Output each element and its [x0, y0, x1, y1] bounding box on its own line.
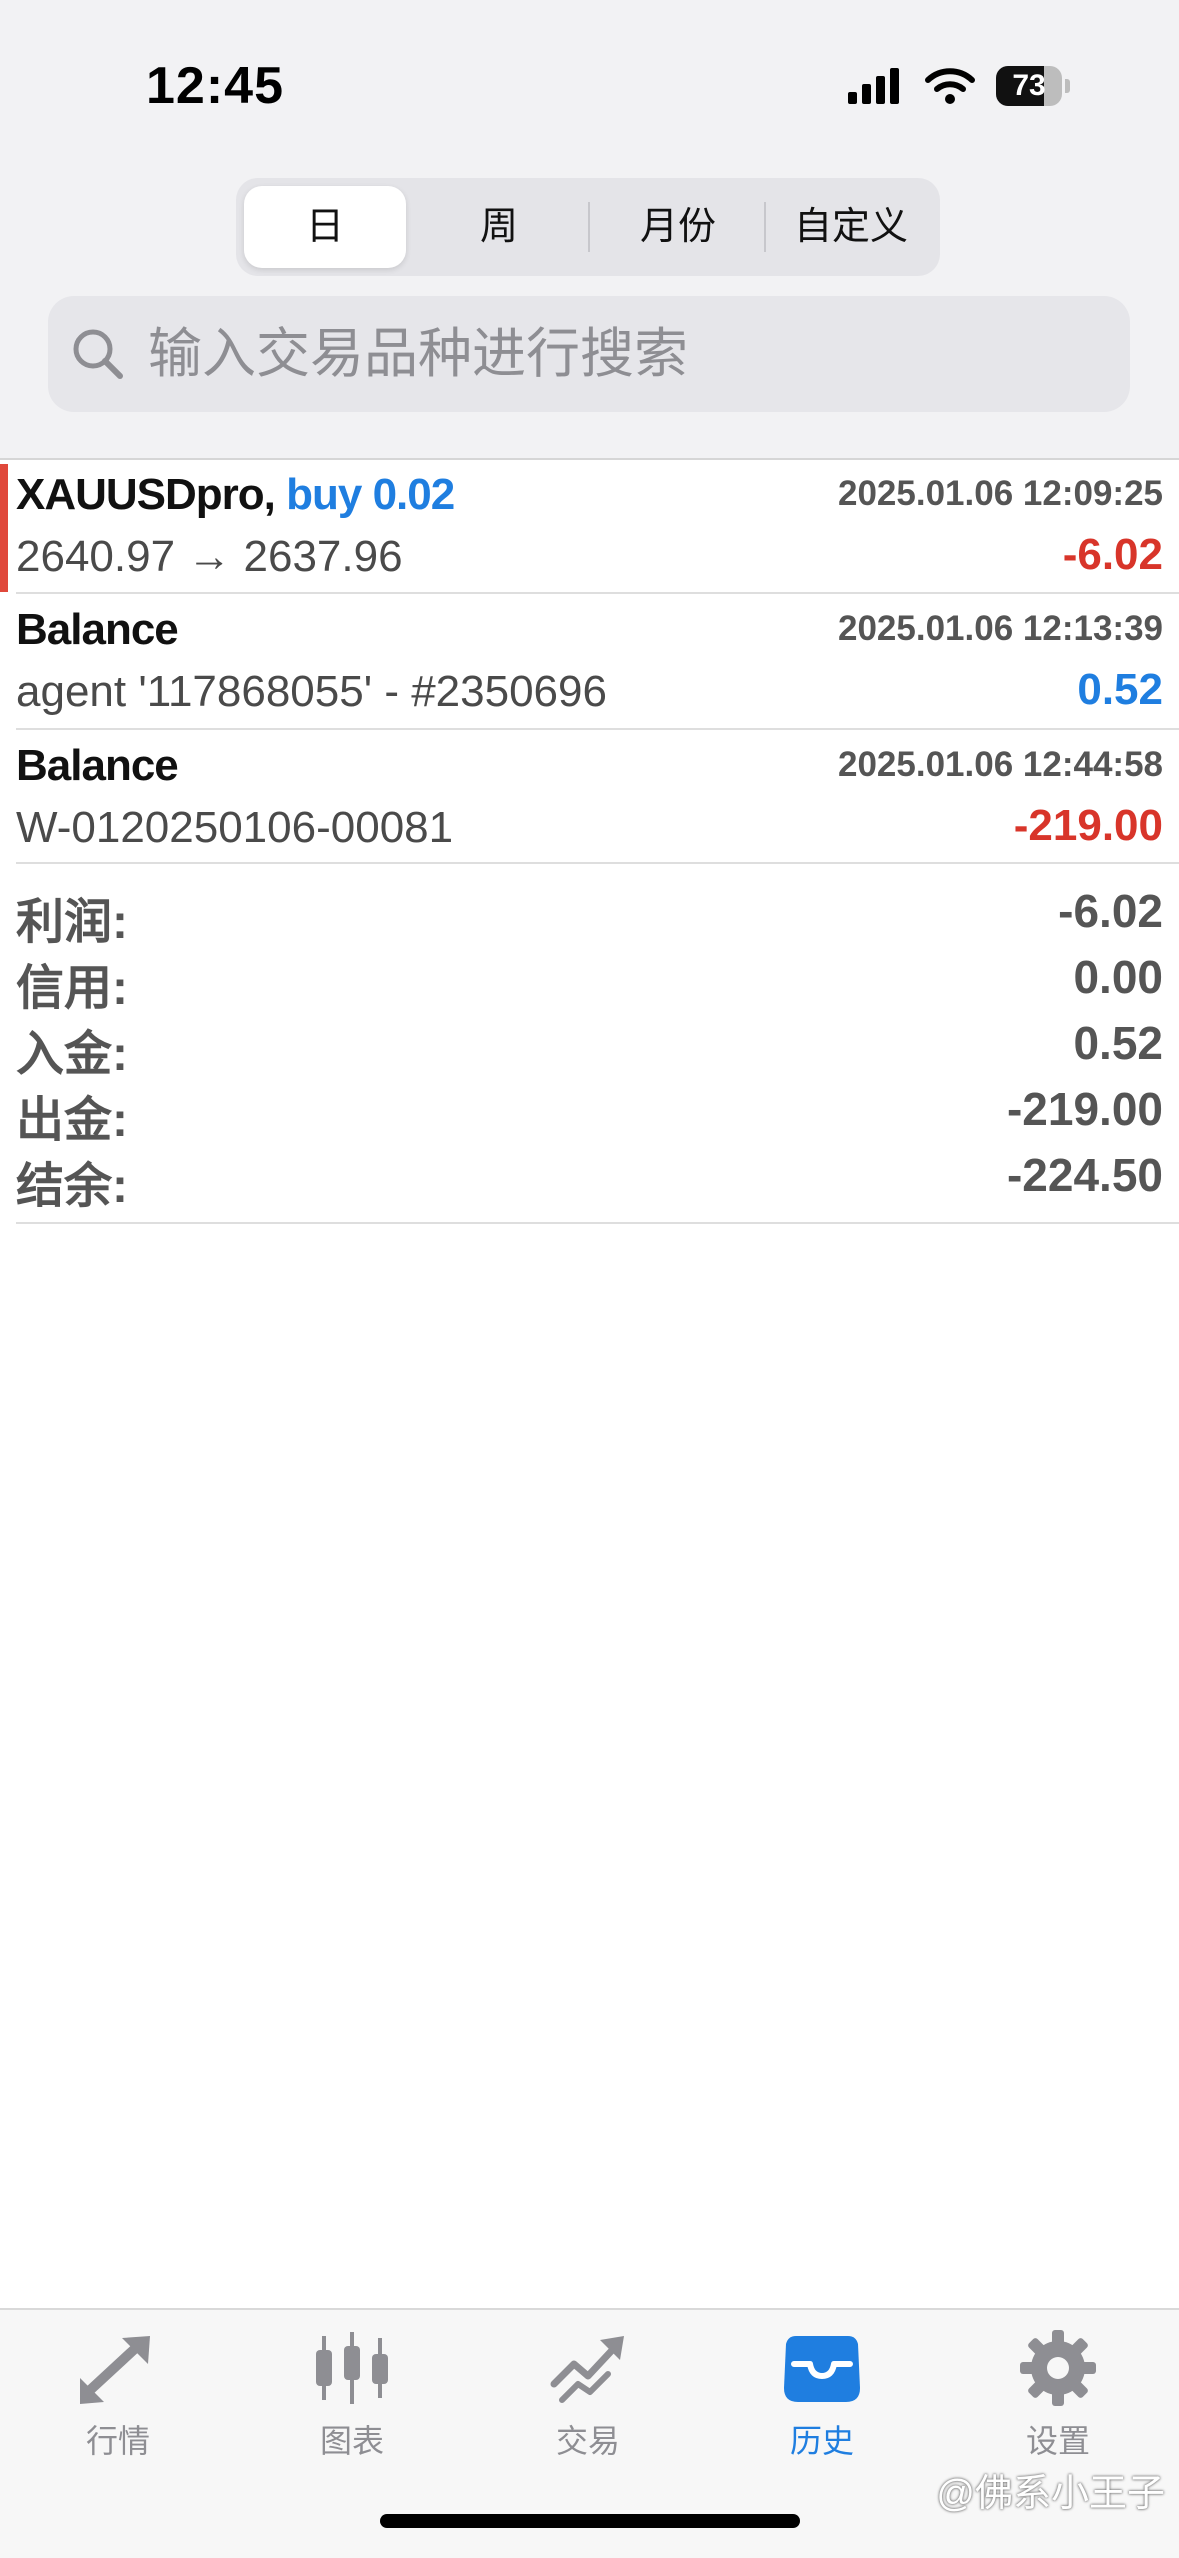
tab-label: 交易 — [555, 2423, 620, 2459]
battery-level-text: 73 — [1012, 69, 1046, 102]
summary-balance: 结余: -224.50 — [16, 1146, 1163, 1213]
symbol-label: XAUUSDpro, — [16, 470, 276, 519]
tab-label: 设置 — [1025, 2423, 1090, 2459]
status-time: 12:45 — [146, 57, 284, 115]
tab-month[interactable]: 月份 — [592, 186, 764, 268]
row-title: Balance — [16, 741, 179, 790]
summary-label: 出金: — [16, 1094, 128, 1147]
battery-cap — [1065, 79, 1070, 93]
summary-withdrawal: 出金: -219.00 — [16, 1080, 1163, 1147]
trade-trend-icon — [550, 2336, 624, 2403]
row-amount: -6.02 — [1062, 530, 1163, 579]
summary-value: 0.00 — [1073, 951, 1163, 1003]
tab-day[interactable]: 日 — [244, 186, 406, 268]
segment-divider — [764, 202, 766, 252]
trade-action-label: buy 0.02 — [274, 470, 455, 519]
divider — [16, 862, 1179, 864]
row-timestamp: 2025.01.06 12:13:39 — [838, 609, 1163, 648]
row-timestamp: 2025.01.06 12:44:58 — [838, 745, 1163, 784]
tab-settings[interactable]: 设置 — [958, 2310, 1158, 2480]
summary-value: -224.50 — [1006, 1149, 1163, 1201]
summary-profit: 利润: -6.02 — [16, 882, 1163, 949]
summary-credit: 信用: 0.00 — [16, 948, 1163, 1015]
row-detail: W-0120250106-00081 — [16, 803, 454, 852]
row-detail: agent '117868055' - #2350696 — [16, 667, 607, 716]
row-amount: 0.52 — [1077, 665, 1163, 714]
wifi-icon — [925, 68, 975, 104]
watermark-text: @佛系小王子 — [936, 2473, 1165, 2515]
tab-label: 图表 — [319, 2423, 384, 2459]
battery-indicator: 73 — [996, 66, 1072, 106]
segment-divider — [588, 202, 590, 252]
search-input[interactable]: 输入交易品种进行搜索 — [48, 296, 1130, 412]
divider — [16, 592, 1179, 594]
summary-value: -219.00 — [1006, 1083, 1163, 1135]
tab-history[interactable]: 历史 — [722, 2310, 922, 2480]
history-row-balance[interactable]: Balance 2025.01.06 12:13:39 agent '11786… — [0, 595, 1179, 729]
chart-candlestick-icon — [316, 2332, 388, 2404]
summary-label: 利润: — [16, 896, 128, 949]
summary-deposit: 入金: 0.52 — [16, 1014, 1163, 1081]
tab-label: 历史 — [789, 2423, 854, 2459]
search-icon — [73, 329, 123, 379]
summary-value: 0.52 — [1073, 1017, 1163, 1069]
summary-label: 信用: — [16, 962, 128, 1015]
summary-label: 结余: — [16, 1160, 128, 1213]
cellular-signal-icon — [848, 68, 899, 104]
history-row-trade[interactable]: XAUUSDpro, buy 0.02 2025.01.06 12:09:25 … — [0, 460, 1179, 594]
tab-trade[interactable]: 交易 — [488, 2310, 688, 2480]
summary-value: -6.02 — [1058, 885, 1163, 937]
divider — [16, 728, 1179, 730]
row-amount: -219.00 — [1013, 801, 1163, 850]
period-segmented-control: 日 周 月份 自定义 — [236, 178, 940, 276]
home-indicator — [380, 2514, 800, 2528]
trade-marker — [0, 464, 8, 592]
tab-week[interactable]: 周 — [414, 186, 584, 268]
search-placeholder: 输入交易品种进行搜索 — [148, 324, 688, 384]
row-title: Balance — [16, 605, 179, 654]
row-title: XAUUSDpro, buy 0.02 — [16, 470, 455, 520]
tab-chart[interactable]: 图表 — [252, 2310, 452, 2480]
history-row-balance[interactable]: Balance 2025.01.06 12:44:58 W-0120250106… — [0, 731, 1179, 865]
row-detail: 2640.97 → 2637.96 — [16, 532, 403, 581]
divider — [16, 1222, 1179, 1224]
tab-custom[interactable]: 自定义 — [768, 186, 934, 268]
summary-label: 入金: — [16, 1028, 128, 1081]
history-inbox-icon — [784, 2336, 860, 2402]
settings-gear-icon — [1020, 2330, 1096, 2406]
row-timestamp: 2025.01.06 12:09:25 — [838, 474, 1163, 513]
quotes-arrows-icon — [80, 2336, 150, 2404]
tab-label: 行情 — [85, 2423, 150, 2459]
tab-quotes[interactable]: 行情 — [18, 2310, 218, 2480]
